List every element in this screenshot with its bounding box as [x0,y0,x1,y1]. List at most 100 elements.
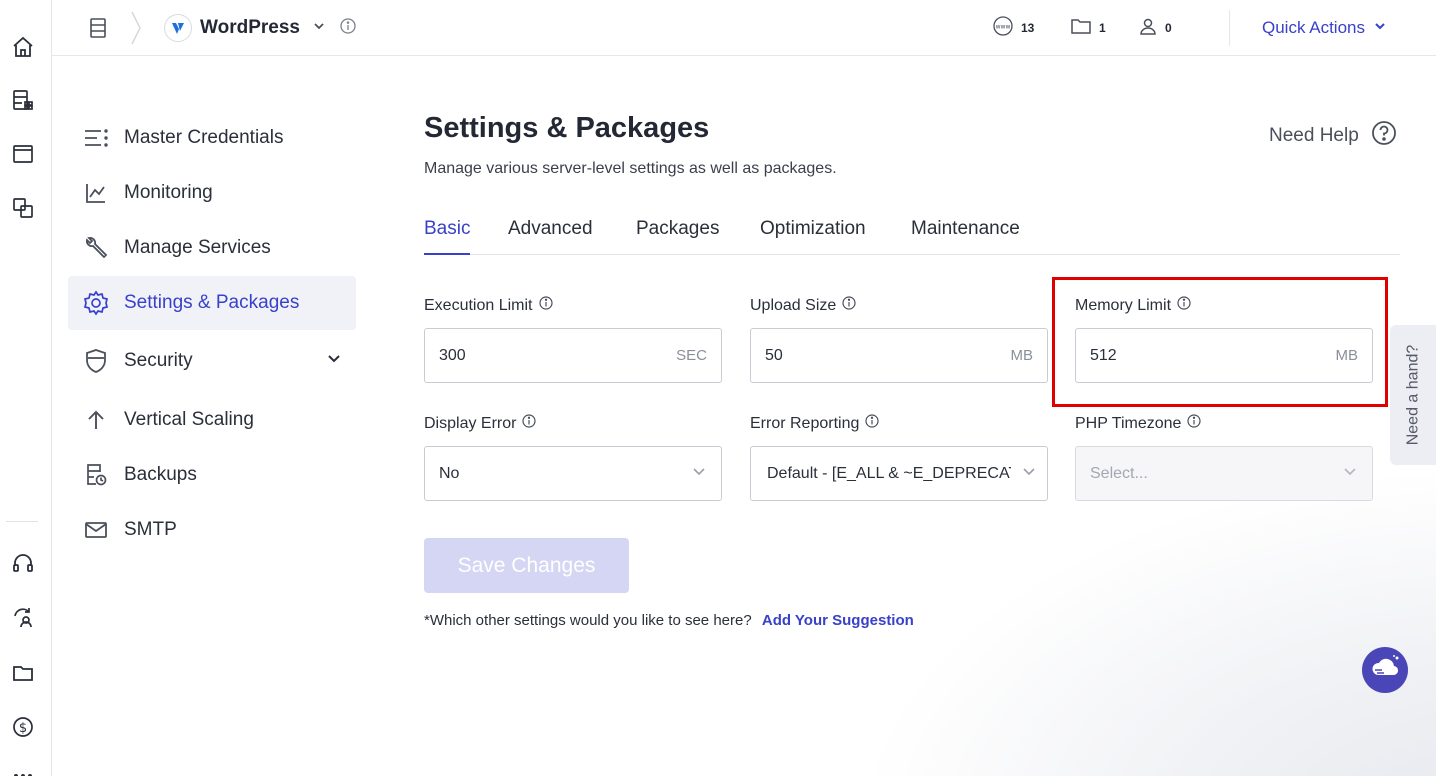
subnav-item-security[interactable]: Security [68,334,356,388]
settings-tabs: Basic Advanced Packages Optimization Mai… [424,218,1400,255]
display-error-label: Display Error [424,414,537,433]
execution-limit-label-text: Execution Limit [424,296,533,314]
app-selector[interactable]: WordPress [164,0,356,56]
team-transfer-icon[interactable] [10,605,36,631]
quick-actions-label: Quick Actions [1262,18,1365,37]
page-title: Settings & Packages [424,112,710,144]
display-error-select[interactable]: No [424,446,722,501]
left-rail: $ [0,0,52,776]
app-logo-icon [164,14,192,42]
subnav-item-manage-services[interactable]: Manage Services [68,221,356,275]
cloud-icon [1370,654,1400,686]
subnav-item-settings-packages[interactable]: Settings & Packages [68,276,356,330]
upload-size-input[interactable]: 50 MB [750,328,1048,383]
chevron-down-icon [691,463,707,484]
subnav-item-label: Settings & Packages [124,292,300,313]
execution-limit-input[interactable]: 300 SEC [424,328,722,383]
subnav-item-master-credentials[interactable]: Master Credentials [68,111,356,165]
servers-apps-icon[interactable] [10,87,36,113]
upload-size-unit: MB [1010,347,1034,364]
chevron-down-icon [312,19,326,38]
upload-size-label: Upload Size [750,296,856,315]
shield-icon [82,347,110,375]
quick-actions-button[interactable]: Quick Actions [1262,0,1387,56]
user-count: 0 [1165,21,1172,35]
info-icon[interactable] [340,17,356,39]
info-icon[interactable] [865,414,879,433]
svg-text:www: www [996,23,1011,30]
execution-limit-unit: SEC [676,347,707,364]
subnav-item-vertical-scaling[interactable]: Vertical Scaling [68,393,356,447]
info-icon[interactable] [842,296,856,315]
subnav-item-backups[interactable]: Backups [68,448,356,502]
arrow-up-icon [82,406,110,434]
memory-limit-highlight [1052,277,1388,407]
info-icon[interactable] [538,296,553,315]
subnav-item-label: Backups [124,464,197,485]
top-bar: WordPress www 13 1 0 Quick Actions [52,0,1436,56]
sidebar-toggle-icon[interactable] [88,0,108,56]
help-circle-icon [1371,120,1397,152]
app-name: WordPress [200,17,300,38]
subnav-item-label: Manage Services [124,237,271,258]
need-help-link[interactable]: Need Help [1269,120,1397,152]
php-timezone-placeholder: Select... [1090,464,1148,482]
suggestion-note: *Which other settings would you like to … [424,612,914,629]
gear-icon [82,289,110,317]
tab-maintenance[interactable]: Maintenance [911,218,1020,255]
subnav-item-monitoring[interactable]: Monitoring [68,166,356,220]
need-help-label: Need Help [1269,125,1359,146]
svg-text:$: $ [19,721,27,736]
more-icon[interactable] [10,760,36,776]
info-icon[interactable] [1187,414,1202,433]
folder-icon[interactable] [10,660,36,686]
error-reporting-label: Error Reporting [750,414,879,433]
folder-icon [1070,16,1092,41]
add-suggestion-link[interactable]: Add Your Suggestion [762,612,914,629]
billing-icon[interactable]: $ [10,714,36,740]
subnav-item-label: Security [124,350,193,371]
wrench-icon [82,234,110,262]
www-count: 13 [1021,21,1035,35]
tab-advanced[interactable]: Advanced [508,218,593,255]
folder-count: 1 [1099,21,1106,35]
www-stat[interactable]: www 13 [992,0,1034,56]
php-timezone-label: PHP Timezone [1075,414,1202,433]
php-timezone-label-text: PHP Timezone [1075,414,1182,432]
folder-stat[interactable]: 1 [1070,0,1106,56]
subnav-item-smtp[interactable]: SMTP [68,503,356,557]
home-icon[interactable] [10,34,36,60]
php-timezone-select[interactable]: Select... [1075,446,1373,501]
user-icon [1138,16,1158,41]
error-reporting-value: Default - [E_ALL & ~E_DEPRECATED [767,464,1011,482]
chevron-down-icon [326,350,342,371]
user-stat[interactable]: 0 [1138,0,1172,56]
error-reporting-select[interactable]: Default - [E_ALL & ~E_DEPRECATED [750,446,1048,501]
tab-optimization[interactable]: Optimization [760,218,866,255]
backup-icon [82,461,110,489]
execution-limit-value: 300 [439,346,466,364]
chart-line-icon [82,179,110,207]
subnav-item-label: Master Credentials [124,127,284,148]
need-a-hand-label: Need a hand? [1404,344,1421,446]
info-icon[interactable] [522,414,537,433]
www-icon: www [992,15,1014,42]
chevron-down-icon [1021,463,1037,484]
window-icon[interactable] [10,141,36,167]
need-a-hand-tab[interactable]: Need a hand? [1390,325,1436,465]
suggestion-question: *Which other settings would you like to … [424,612,752,629]
display-error-label-text: Display Error [424,414,517,432]
subnav-item-label: Monitoring [124,182,213,203]
chat-bot-button[interactable] [1362,647,1408,693]
transfer-icon[interactable] [10,195,36,221]
execution-limit-label: Execution Limit [424,296,553,315]
display-error-value: No [439,464,460,482]
mail-icon [82,516,110,544]
upload-size-label-text: Upload Size [750,296,837,314]
save-changes-button[interactable]: Save Changes [424,538,629,593]
subnav-item-label: SMTP [124,519,177,540]
support-icon[interactable] [10,551,36,577]
tab-basic[interactable]: Basic [424,218,471,255]
tab-packages[interactable]: Packages [636,218,719,255]
error-reporting-label-text: Error Reporting [750,414,860,432]
